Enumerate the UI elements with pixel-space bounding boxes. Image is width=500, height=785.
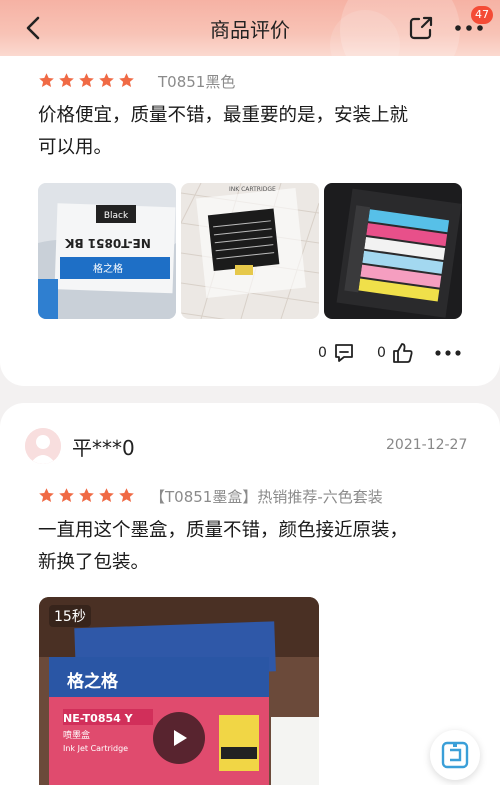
username: 平***0 bbox=[72, 436, 135, 460]
svg-text:格之格: 格之格 bbox=[93, 262, 123, 275]
star-icon bbox=[79, 488, 94, 502]
svg-text:Black: Black bbox=[104, 211, 129, 221]
review-text-line: 新换了包装。 bbox=[38, 552, 150, 573]
svg-text:喷墨盒: 喷墨盒 bbox=[63, 729, 90, 741]
top-bar: 商品评价 47 bbox=[0, 0, 500, 90]
star-icon bbox=[59, 488, 74, 502]
svg-text:NE-T0851 BK: NE-T0851 BK bbox=[64, 236, 150, 250]
review-more-button[interactable] bbox=[434, 343, 462, 363]
star-icon bbox=[79, 73, 94, 87]
more-dots-icon bbox=[435, 350, 461, 356]
svg-text:Ink Jet Cartridge: Ink Jet Cartridge bbox=[63, 744, 128, 753]
user-avatar-icon bbox=[25, 428, 61, 464]
review-variant: 【T0851墨盒】热销推荐-六色套装 bbox=[150, 488, 383, 506]
comment-count: 0 bbox=[318, 345, 327, 361]
video-duration: 15秒 bbox=[49, 605, 91, 627]
play-button[interactable] bbox=[153, 712, 205, 764]
ask-floating-button[interactable] bbox=[430, 730, 480, 780]
like-action[interactable]: 0 bbox=[377, 341, 415, 365]
star-icon bbox=[119, 488, 134, 502]
play-icon bbox=[174, 730, 187, 746]
svg-text:NE-T0854 Y: NE-T0854 Y bbox=[63, 712, 134, 725]
review-text-line: 价格便宜，质量不错，最重要的是，安装上就 bbox=[38, 105, 409, 126]
notification-badge: 47 bbox=[471, 6, 493, 24]
thumbs-up-icon bbox=[393, 343, 413, 363]
comment-action[interactable]: 0 bbox=[318, 341, 356, 365]
review-variant: T0851黑色 bbox=[158, 73, 236, 91]
comment-icon bbox=[335, 344, 353, 362]
review-text: 价格便宜，质量不错，最重要的是，安装上就 可以用。 bbox=[38, 100, 468, 164]
review-photo[interactable] bbox=[324, 183, 462, 319]
review-card: T0851黑色 价格便宜，质量不错，最重要的是，安装上就 可以用。 Black … bbox=[0, 56, 500, 386]
review-photo[interactable]: INK CARTRIDGE bbox=[181, 183, 319, 319]
review-text: 一直用这个墨盒，质量不错，颜色接近原装， 新换了包装。 bbox=[38, 515, 468, 579]
avatar[interactable] bbox=[25, 428, 61, 464]
question-icon bbox=[441, 741, 469, 769]
review-card: 平***0 2021-12-27 【T0851墨盒】热销推荐-六色套装 一直用这… bbox=[0, 403, 500, 785]
star-icon bbox=[39, 73, 54, 87]
star-icon bbox=[39, 488, 54, 502]
star-icon bbox=[99, 73, 114, 87]
svg-text:格之格: 格之格 bbox=[67, 671, 119, 692]
star-icon bbox=[119, 73, 134, 87]
share-icon bbox=[409, 16, 433, 40]
review-date: 2021-12-27 bbox=[386, 437, 468, 453]
review-text-line: 可以用。 bbox=[38, 137, 113, 158]
rating-stars bbox=[38, 72, 135, 89]
review-text-line: 一直用这个墨盒，质量不错，颜色接近原装， bbox=[38, 520, 409, 541]
like-count: 0 bbox=[377, 345, 386, 361]
share-button[interactable] bbox=[405, 12, 437, 44]
star-icon bbox=[59, 73, 74, 87]
review-video[interactable]: 格之格 NE-T0854 Y 喷墨盒 Ink Jet Cartridge 15秒 bbox=[39, 597, 319, 785]
rating-stars bbox=[38, 487, 135, 504]
star-icon bbox=[99, 488, 114, 502]
review-photo[interactable]: Black NE-T0851 BK 格之格 bbox=[38, 183, 176, 319]
svg-text:INK CARTRIDGE: INK CARTRIDGE bbox=[229, 186, 276, 193]
